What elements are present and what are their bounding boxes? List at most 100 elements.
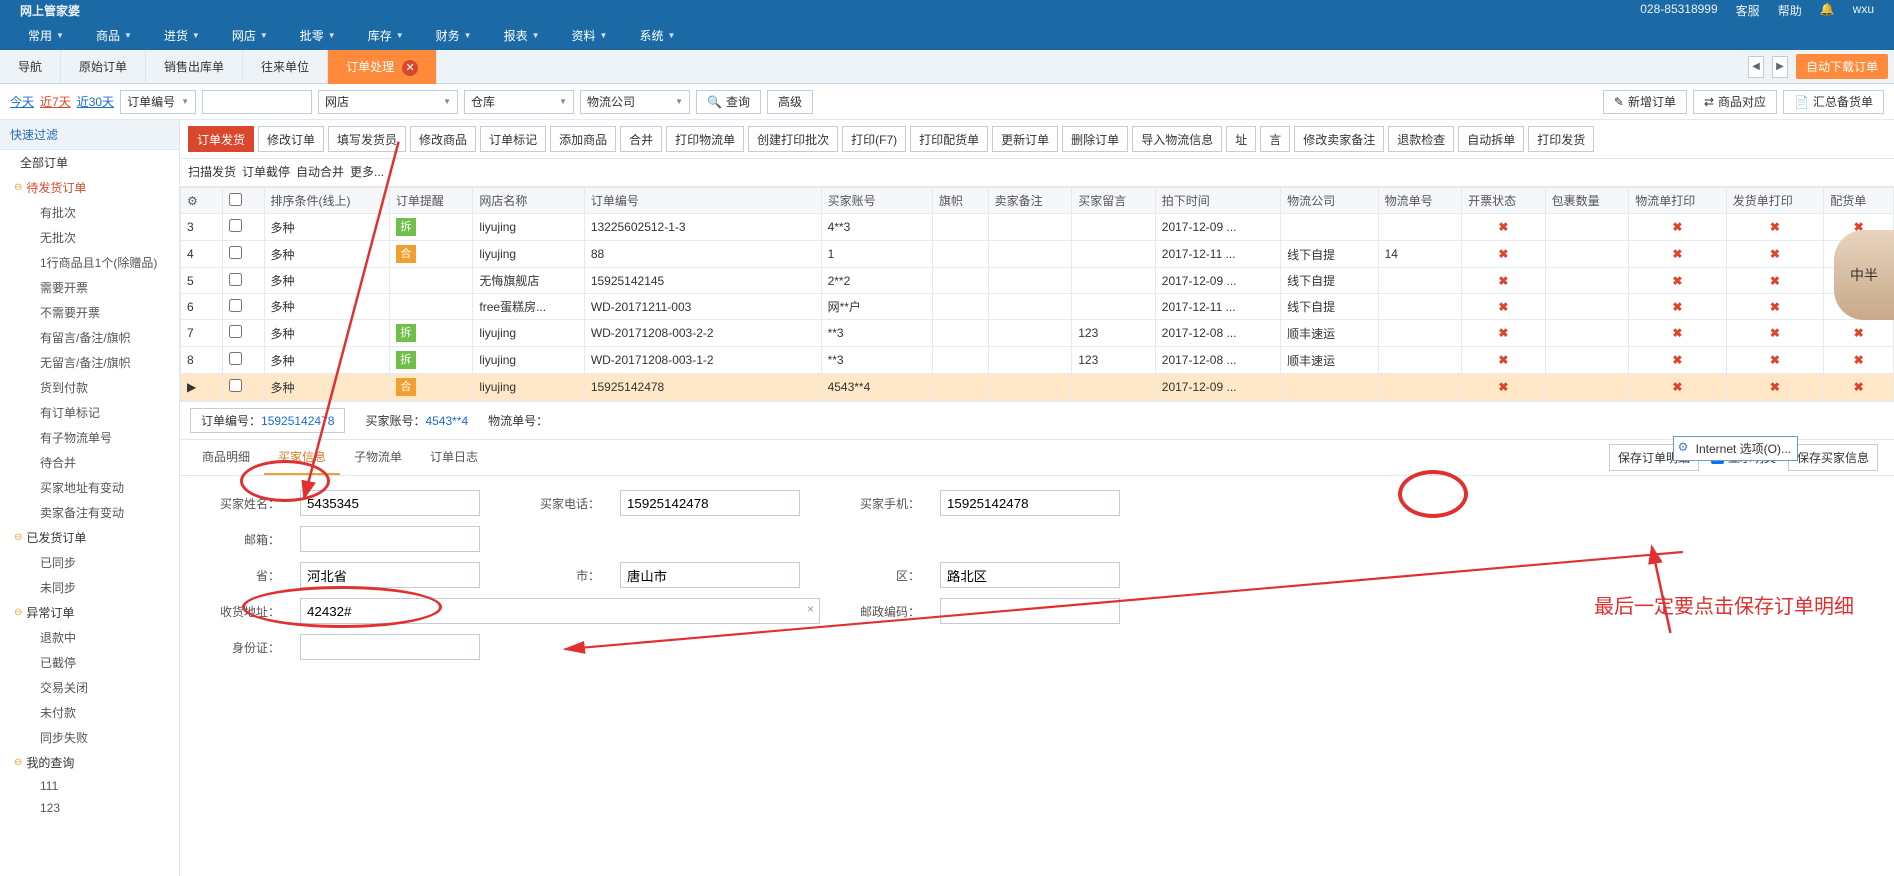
warehouse-select[interactable]: 仓库▼ [464,90,574,114]
col-header[interactable] [222,188,264,214]
top-help[interactable]: 帮助 [1778,2,1802,19]
table-row[interactable]: 5多种无悔旗舰店159251421452**22017-12-09 ...线下自… [181,268,1894,294]
assistant-avatar[interactable]: 中半 [1834,230,1894,320]
sidebar-item[interactable]: 有订单标记 [0,400,179,425]
logistics-select[interactable]: 物流公司▼ [580,90,690,114]
subtab-买家信息[interactable]: 买家信息 [264,440,340,475]
gear-icon[interactable]: ⚙ [187,194,198,208]
nav-网店[interactable]: 网店▼ [216,20,284,50]
col-header[interactable]: 订单编号 [584,188,821,214]
sidebar-item[interactable]: 未同步 [0,575,179,600]
tab-原始订单[interactable]: 原始订单 [61,50,146,84]
auto-download-button[interactable]: 自动下载订单 [1796,54,1888,79]
row-checkbox[interactable] [229,379,242,392]
col-header[interactable]: 买家账号 [821,188,932,214]
sidebar-item[interactable]: 买家地址有变动 [0,475,179,500]
col-header[interactable]: 包裹数量 [1545,188,1629,214]
nav-系统[interactable]: 系统▼ [623,20,691,50]
subtab-订单日志[interactable]: 订单日志 [416,440,492,475]
top-svc[interactable]: 客服 [1736,2,1760,19]
nav-报表[interactable]: 报表▼ [488,20,556,50]
address-input[interactable] [300,598,820,624]
toolbar-导入物流信息[interactable]: 导入物流信息 [1132,126,1222,152]
tab-导航[interactable]: 导航 [0,50,61,84]
buyer-mobile-input[interactable] [940,490,1120,516]
advanced-button[interactable]: 高级 [767,90,813,114]
sidebar-group[interactable]: ⊖待发货订单 [0,175,179,200]
sidebar-group[interactable]: ⊖已发货订单 [0,525,179,550]
toolbar-更多...[interactable]: 更多... [350,163,384,180]
buyer-tel-input[interactable] [620,490,800,516]
sidebar-item[interactable]: 待合并 [0,450,179,475]
sidebar-group[interactable]: ⊖异常订单 [0,600,179,625]
toolbar-打印物流单[interactable]: 打印物流单 [666,126,744,152]
sidebar-item[interactable]: 111 [0,775,179,797]
row-checkbox[interactable] [229,325,242,338]
row-checkbox[interactable] [229,219,242,232]
toolbar-退款检查[interactable]: 退款检查 [1388,126,1454,152]
toolbar-订单发货[interactable]: 订单发货 [188,126,254,152]
orderno-type-select[interactable]: 订单编号▼ [120,90,196,114]
tab-prev[interactable]: ◀ [1748,56,1764,78]
sidebar-item[interactable]: 已截停 [0,650,179,675]
col-header[interactable]: 旗帜 [932,188,988,214]
sidebar-item[interactable]: 不需要开票 [0,300,179,325]
nav-资料[interactable]: 资料▼ [556,20,624,50]
toolbar-自动合并[interactable]: 自动合并 [296,163,344,180]
sidebar-item[interactable]: 货到付款 [0,375,179,400]
save-buyer-info-button[interactable]: 保存买家信息 [1788,444,1878,471]
col-header[interactable]: 买家留言 [1072,188,1156,214]
close-icon[interactable]: ✕ [402,60,418,76]
row-checkbox[interactable] [229,246,242,259]
col-header[interactable]: 排序条件(线上) [264,188,389,214]
sidebar-item[interactable]: 有子物流单号 [0,425,179,450]
toolbar-订单标记[interactable]: 订单标记 [480,126,546,152]
col-header[interactable]: 订单提醒 [389,188,473,214]
col-header[interactable]: 物流单号 [1378,188,1462,214]
ie-options-popup[interactable]: Internet 选项(O)... [1673,436,1798,461]
shop-select[interactable]: 网店▼ [318,90,458,114]
nav-商品[interactable]: 商品▼ [80,20,148,50]
col-header[interactable]: 开票状态 [1462,188,1546,214]
row-checkbox[interactable] [229,352,242,365]
nav-常用[interactable]: 常用▼ [12,20,80,50]
district-select[interactable] [940,562,1120,588]
toolbar-打印发货[interactable]: 打印发货 [1528,126,1594,152]
toolbar-订单截停[interactable]: 订单截停 [242,163,290,180]
toolbar-修改卖家备注[interactable]: 修改卖家备注 [1294,126,1384,152]
tab-销售出库单[interactable]: 销售出库单 [146,50,243,84]
sidebar-item[interactable]: 无留言/备注/旗帜 [0,350,179,375]
toolbar-打印(F7)[interactable]: 打印(F7) [842,126,906,152]
table-row[interactable]: 7多种拆liyujingWD-20171208-003-2-2**3123201… [181,320,1894,347]
row-checkbox[interactable] [229,273,242,286]
subtab-商品明细[interactable]: 商品明细 [188,440,264,475]
col-header[interactable]: 配货单 [1824,188,1894,214]
toolbar-删除订单[interactable]: 删除订单 [1062,126,1128,152]
toolbar-自动拆单[interactable]: 自动拆单 [1458,126,1524,152]
clear-icon[interactable]: × [807,602,814,616]
nav-进货[interactable]: 进货▼ [148,20,216,50]
query-button[interactable]: 🔍查询 [696,90,761,114]
toolbar-修改商品[interactable]: 修改商品 [410,126,476,152]
buyer-name-input[interactable] [300,490,480,516]
province-select[interactable] [300,562,480,588]
table-row[interactable]: 8多种拆liyujingWD-20171208-003-1-2**3123201… [181,347,1894,374]
select-all-checkbox[interactable] [229,193,242,206]
col-header[interactable]: 拍下时间 [1155,188,1280,214]
filter-today[interactable]: 今天 [10,93,34,110]
city-select[interactable] [620,562,800,588]
new-order-button[interactable]: ✎新增订单 [1603,90,1687,114]
tab-往来单位[interactable]: 往来单位 [243,50,328,84]
toolbar-合并[interactable]: 合并 [620,126,662,152]
bell-icon[interactable]: 🔔 [1820,2,1835,19]
sidebar-item[interactable]: 有留言/备注/旗帜 [0,325,179,350]
table-row[interactable]: 4多种合liyujing8812017-12-11 ...线下自提14✖✖✖✖ [181,241,1894,268]
product-mapping-button[interactable]: ⇄商品对应 [1693,90,1777,114]
tab-next[interactable]: ▶ [1772,56,1788,78]
toolbar-修改订单[interactable]: 修改订单 [258,126,324,152]
col-header[interactable]: 卖家备注 [988,188,1072,214]
sidebar-item[interactable]: 全部订单 [0,150,179,175]
orderno-input[interactable] [202,90,312,114]
sidebar-item[interactable]: 卖家备注有变动 [0,500,179,525]
sidebar-item[interactable]: 1行商品且1个(除赠品) [0,250,179,275]
